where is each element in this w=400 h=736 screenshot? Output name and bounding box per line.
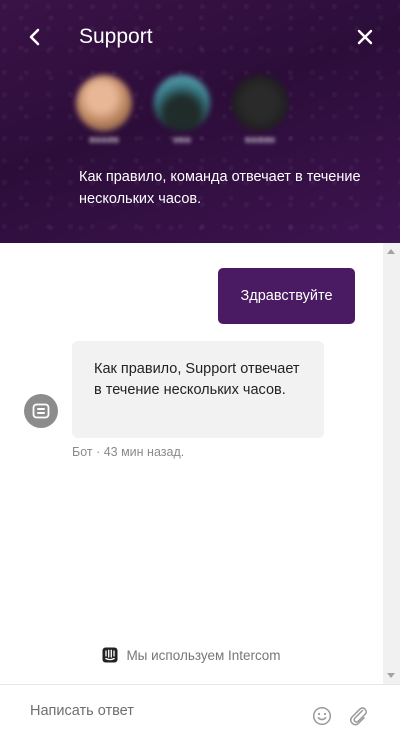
composer (0, 684, 400, 736)
close-button[interactable] (352, 24, 378, 50)
powered-by-label: Мы используем Intercom (126, 647, 281, 663)
team-member-name-blurred: ■■■■■ (88, 135, 120, 146)
team-member: ■■■ (154, 75, 210, 146)
response-time-text: Как правило, команда отвечает в течение … (79, 169, 361, 207)
paperclip-icon (349, 707, 368, 726)
bot-icon (32, 403, 50, 419)
scroll-up-arrow-icon[interactable] (387, 249, 395, 254)
emoji-icon (312, 706, 332, 726)
chevron-left-icon (29, 28, 40, 46)
bot-avatar (24, 394, 58, 428)
team-member: ■■■■■ (232, 75, 288, 146)
powered-by-intercom[interactable]: Мы используем Intercom (0, 647, 383, 663)
scrollbar[interactable] (383, 243, 400, 684)
intercom-icon (102, 647, 118, 663)
back-button[interactable] (22, 24, 48, 50)
team-member-name-blurred: ■■■■■ (244, 135, 276, 146)
bot-message-bubble: Как правило, Support отвечает в течение … (72, 341, 324, 438)
header-title: Support (79, 25, 153, 48)
avatar (76, 75, 132, 131)
team-member-name-blurred: ■■■ (172, 135, 192, 146)
team-member: ■■■■■ (76, 75, 132, 146)
bot-message-meta: Бот · 43 мин назад. (72, 445, 185, 459)
reply-input[interactable] (30, 685, 290, 736)
user-message-bubble: Здравствуйте (218, 268, 355, 324)
team-avatars: ■■■■■ ■■■ ■■■■■ (76, 75, 288, 146)
avatar (154, 75, 210, 131)
emoji-button[interactable] (312, 706, 332, 726)
attach-button[interactable] (348, 704, 368, 726)
scroll-down-arrow-icon[interactable] (387, 673, 395, 678)
avatar (232, 75, 288, 131)
chat-header: Support ■■■■■ ■■■ ■■■■■ Как правило, ком… (0, 0, 400, 243)
close-icon (357, 29, 373, 45)
conversation-area[interactable]: Здравствуйте Как правило, Support отвеча… (0, 243, 383, 684)
